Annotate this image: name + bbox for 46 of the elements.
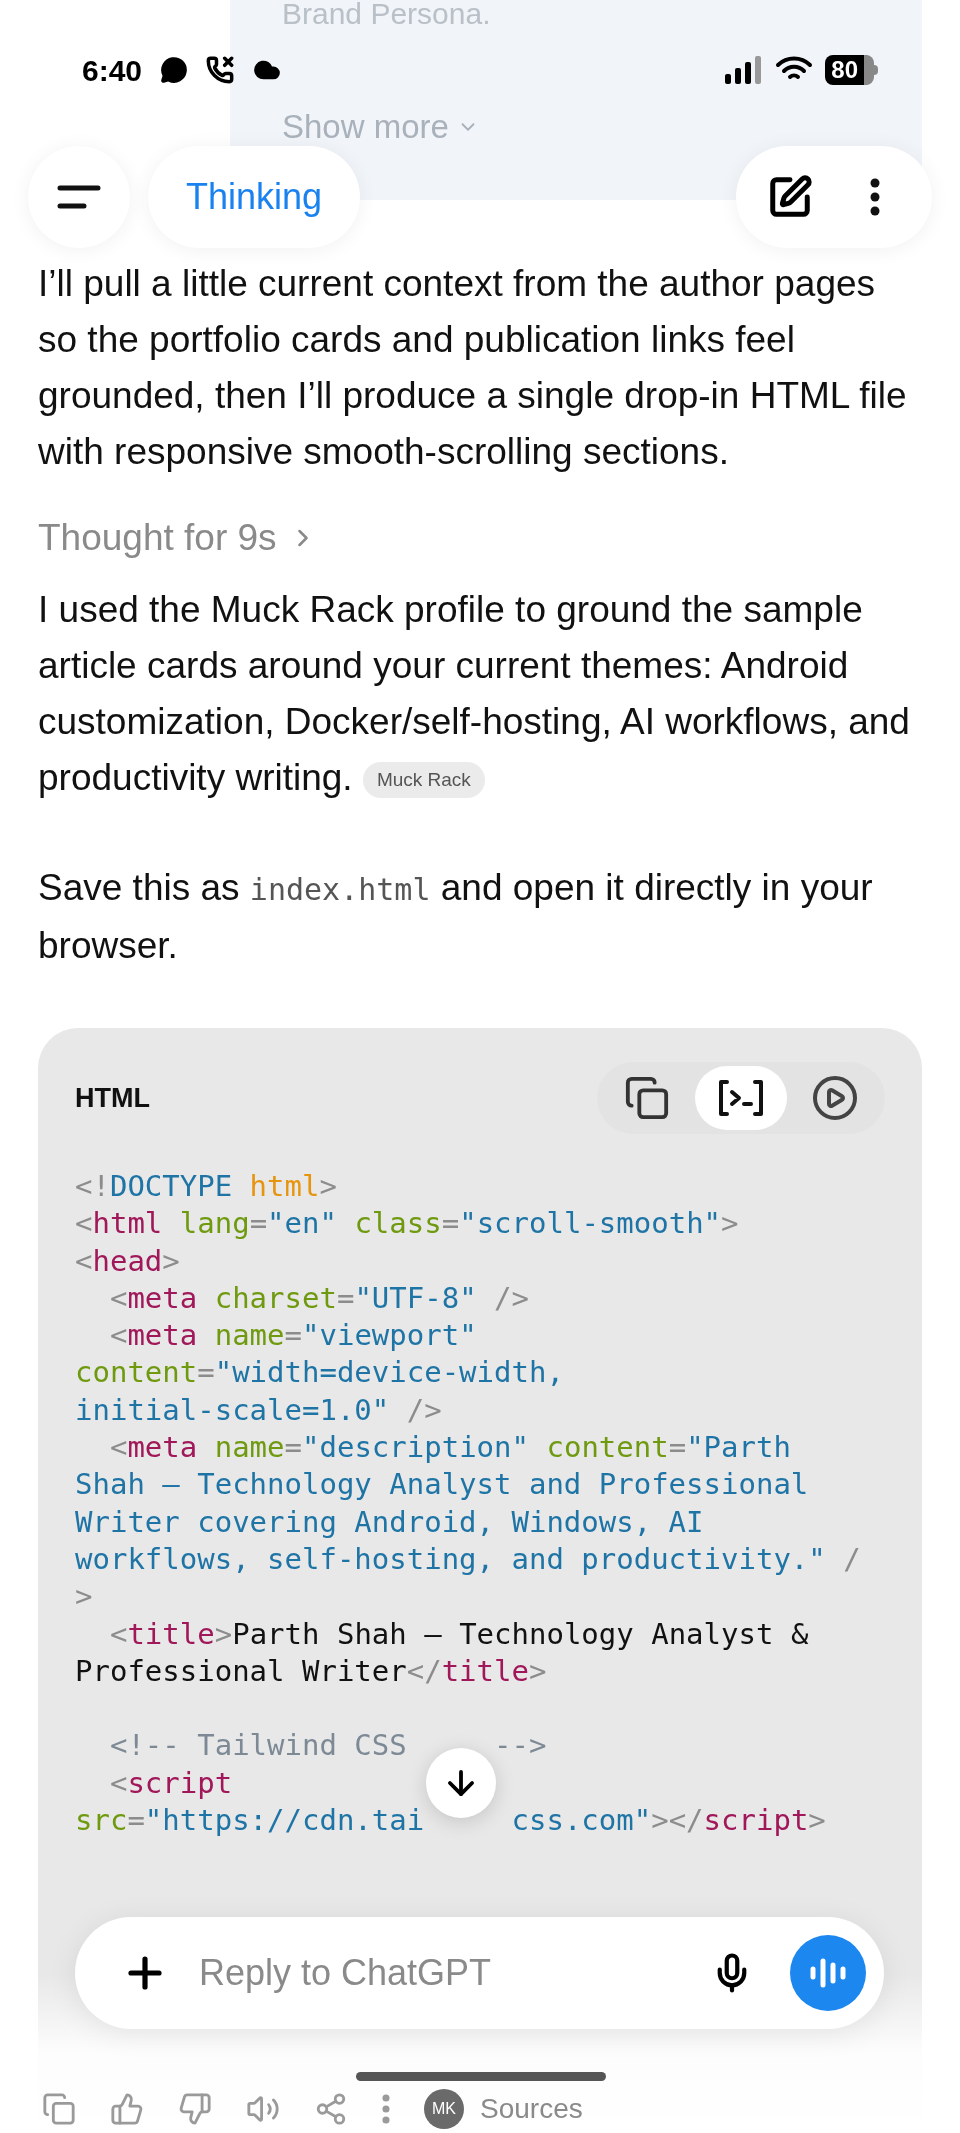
edit-icon: [767, 174, 813, 220]
clock-time: 6:40: [82, 52, 143, 89]
more-icon[interactable]: [870, 178, 880, 216]
code-line: -->: [494, 1727, 547, 1765]
code-line: src="https://cdn.tai: [75, 1802, 425, 1840]
play-icon: [811, 1074, 859, 1122]
code-line: <script: [108, 1764, 233, 1802]
code-line: <html lang="en" class="scroll-smooth">: [75, 1205, 739, 1243]
thumbs-up-icon[interactable]: [110, 2092, 144, 2126]
sources-label: Sources: [480, 2092, 583, 2126]
message-paragraph: I used the Muck Rack profile to ground the sample article cards around your current themes: Android customization, Docker/self-hosting, AI workflows, and productivity writing. Muck Rack: [38, 588, 911, 801]
share-icon[interactable]: [314, 2092, 348, 2126]
code-line: content="width=device-width,: [75, 1354, 564, 1392]
missed-call-icon: [206, 56, 235, 84]
model-mode-button[interactable]: Thinking: [148, 146, 361, 248]
source-chip[interactable]: Muck Rack: [362, 762, 485, 799]
signal-icon: [725, 56, 764, 84]
terminal-brackets-icon: [717, 1078, 765, 1118]
code-line: <!-- Tailwind CSS: [108, 1727, 407, 1765]
sources-button[interactable]: MK Sources: [424, 2088, 583, 2130]
thought-toggle[interactable]: Thought for 9s: [38, 510, 317, 566]
card-text: Brand Persona.: [282, 0, 491, 32]
code-line: <meta name="viewport": [108, 1317, 477, 1355]
menu-icon: [57, 183, 101, 211]
thumbs-down-icon[interactable]: [178, 2092, 212, 2126]
code-line: Professional Writer</title>: [75, 1652, 547, 1690]
chat-bubble-icon: [160, 56, 189, 84]
code-line: <meta name="description" content="Parth: [108, 1429, 791, 1467]
code-line: >: [75, 1578, 93, 1616]
code-line: initial-scale=1.0" />: [75, 1391, 442, 1429]
code-line: workflows, self-hosting, and productivity." /: [75, 1540, 861, 1578]
code-language-label: HTML: [75, 1081, 150, 1115]
message-paragraph: Save this as index.html and open it directly in your browser.: [38, 866, 874, 968]
message-paragraph: I’ll pull a little current context from the author pages so the portfolio cards and publication links feel grounded, then I’ll produce a single drop-in HTML file with responsive smooth-scrolling sections.: [38, 262, 908, 474]
code-line: <head>: [75, 1242, 180, 1280]
code-line: Writer covering Android, Windows, AI: [75, 1503, 704, 1541]
code-line: <!DOCTYPE html>: [75, 1168, 337, 1205]
code-line: css.com"></script>: [511, 1802, 826, 1840]
code-line: <title>Parth Shah — Technology Analyst &: [108, 1615, 809, 1653]
battery-indicator: 80: [825, 55, 878, 85]
reply-field[interactable]: Reply to ChatGPT: [75, 1917, 884, 2029]
code-line: <meta charset="UTF-8" />: [108, 1279, 529, 1317]
code-line: Shah — Technology Analyst and Professional: [75, 1466, 809, 1504]
copy-icon[interactable]: [42, 2092, 76, 2126]
reply-input[interactable]: Reply to ChatGPT: [199, 1946, 702, 2000]
copy-icon: [624, 1075, 670, 1121]
